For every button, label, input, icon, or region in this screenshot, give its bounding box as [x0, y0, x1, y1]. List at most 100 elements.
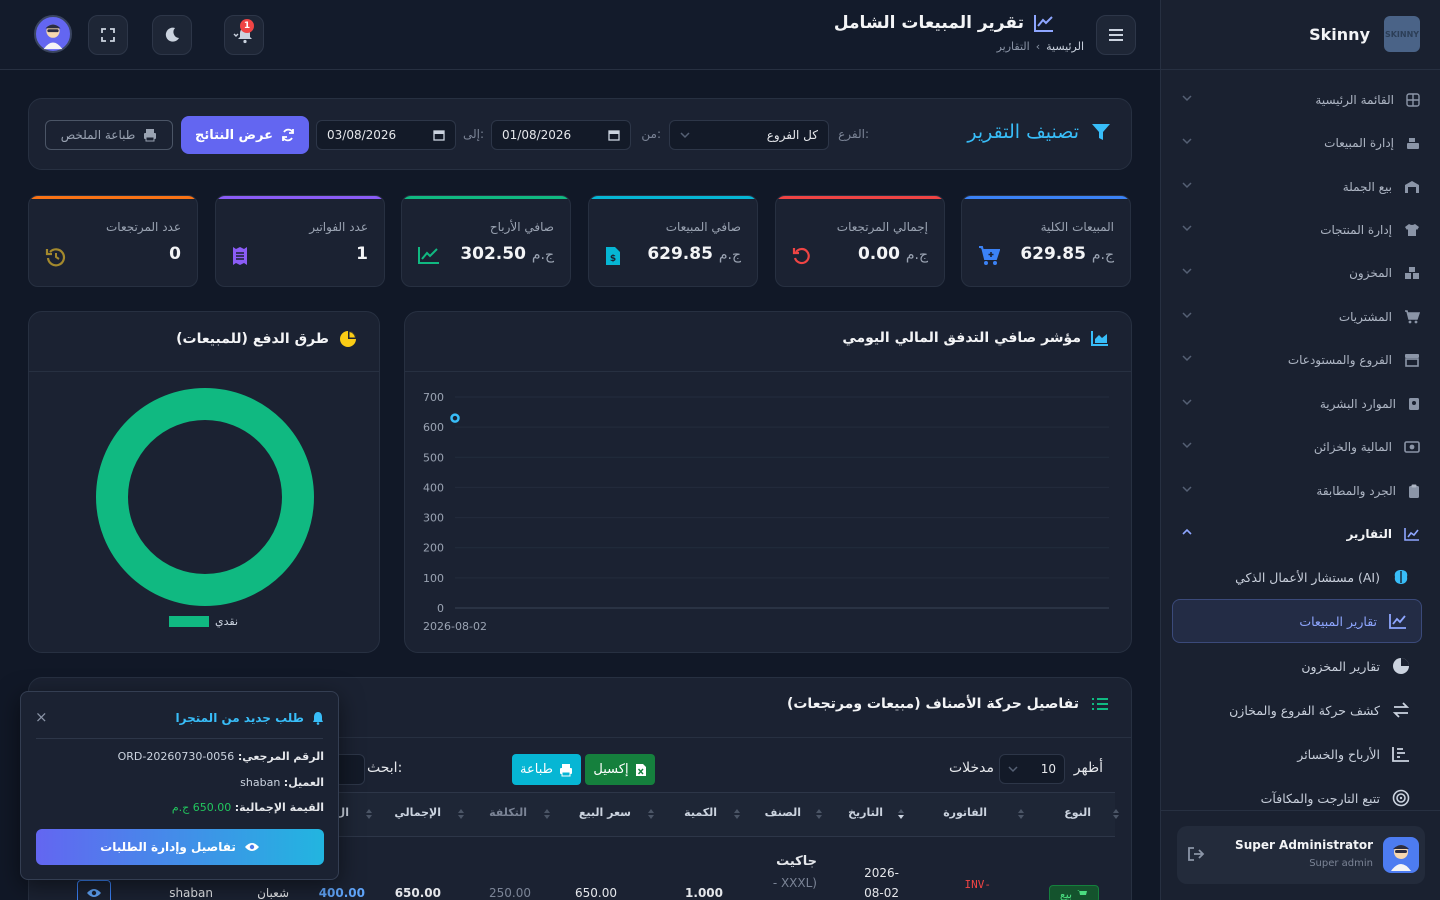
- sidebar-sub-label: تتبع التارجت والمكافآت: [1260, 790, 1380, 806]
- view-row-button[interactable]: [77, 880, 111, 900]
- sort-icon: [544, 809, 550, 819]
- stat-value: ج.م 302.50: [460, 244, 554, 264]
- from-label: من:: [641, 127, 661, 141]
- cell-total: 650.00: [394, 886, 441, 900]
- stat-currency: ج.م: [718, 247, 741, 263]
- stat-currency: ج.م: [905, 247, 928, 263]
- cell-item-variant: - XXXL): [772, 876, 817, 890]
- manage-orders-label: تفاصيل وإدارة الطلبات: [100, 840, 236, 854]
- toast-close-button[interactable]: ×: [35, 708, 48, 726]
- breadcrumb-home[interactable]: الرئيسية: [1046, 40, 1084, 53]
- y-tick-label: 500: [423, 451, 444, 464]
- fullscreen-button[interactable]: [88, 15, 128, 55]
- data-point[interactable]: [450, 413, 460, 423]
- col-header-total[interactable]: الإجمالي: [394, 806, 441, 819]
- to-date-input[interactable]: 03/08/2026: [316, 120, 456, 150]
- filter-title: تصنيف التقرير: [967, 121, 1111, 143]
- toast-title: طلب جديد من المتجرا: [176, 711, 324, 725]
- chevron-down-icon: [1182, 268, 1192, 275]
- svg-text:$: $: [610, 254, 616, 264]
- sidebar-item-dashboard[interactable]: القائمة الرئيسية: [1182, 84, 1420, 116]
- user-avatar[interactable]: [34, 15, 72, 53]
- chart-line-icon: [1404, 528, 1419, 541]
- toast-ref-line: الرقم المرجعي: ORD-20260730-0056: [118, 750, 324, 763]
- clipboard-icon: [1409, 484, 1419, 498]
- sidebar-sub-inventory-reports[interactable]: تقارير المخزون: [1190, 648, 1410, 684]
- show-results-button[interactable]: عرض النتائج: [181, 116, 309, 154]
- toast-title-text: طلب جديد من المتجرا: [175, 711, 304, 725]
- file-excel-icon: [635, 763, 646, 776]
- excel-export-button[interactable]: إكسيل: [585, 754, 655, 785]
- col-header-item[interactable]: الصنف: [765, 806, 801, 819]
- stat-number: 0: [169, 244, 181, 264]
- page-size-select[interactable]: 10: [999, 754, 1065, 784]
- table-print-button[interactable]: طباعة: [512, 754, 581, 785]
- warehouse-icon: [1405, 181, 1419, 193]
- sidebar-sub-branch-movement[interactable]: كشف حركة الفروع والمخازن: [1190, 692, 1410, 728]
- sidebar-item-wholesale[interactable]: بيع الجملة: [1182, 171, 1420, 203]
- branch-select[interactable]: كل الفروع: [669, 120, 829, 150]
- chevron-down-icon: [1182, 355, 1192, 362]
- sort-icon: [1018, 809, 1024, 819]
- chart-title: طرق الدفع (للمبيعات): [176, 330, 357, 348]
- stat-label: صافي الأرباح: [489, 220, 554, 234]
- stat-card-net-sales: صافي المبيعات ج.م 629.85 $: [588, 195, 758, 287]
- sidebar-item-label: الموارد البشرية: [1319, 397, 1396, 411]
- search-label: ابحث:: [367, 760, 403, 776]
- dark-mode-toggle[interactable]: [152, 15, 192, 55]
- pie-slice[interactable]: [96, 388, 314, 606]
- col-header-invoice[interactable]: الفاتورة: [943, 806, 987, 819]
- cart-icon: [1077, 890, 1088, 895]
- sidebar-sub-label: تقارير المخزون: [1301, 658, 1380, 674]
- id-badge-icon: [1409, 398, 1419, 410]
- print-summary-button[interactable]: طباعة الملخص: [45, 120, 173, 150]
- cell-invoice[interactable]: INV-: [965, 878, 992, 891]
- sidebar-item-branches[interactable]: الفروع والمستودعات: [1182, 344, 1420, 376]
- sidebar-item-label: الجرد والمطابقة: [1316, 484, 1396, 498]
- sidebar-item-reports[interactable]: التقارير: [1182, 518, 1420, 550]
- printer-icon: [144, 129, 157, 142]
- stat-label: إجمالي المرتجعات: [836, 220, 928, 234]
- notifications-button[interactable]: 1: [224, 15, 264, 55]
- sidebar-sub-profit-loss[interactable]: الأرباح والخسائر: [1190, 736, 1410, 772]
- sort-desc-icon: [898, 809, 904, 819]
- sidebar-item-finance[interactable]: المالية والخزائن: [1182, 431, 1420, 463]
- cell-item: جاكيت: [776, 854, 817, 869]
- file-invoice-dollar-icon: $: [606, 247, 620, 265]
- sidebar-user-card[interactable]: Super Administrator Super admin: [1177, 826, 1425, 884]
- breadcrumb-current: التقارير: [996, 40, 1030, 53]
- receipt-icon: [233, 247, 247, 265]
- cart-plus-icon: [979, 246, 1000, 265]
- stat-number: 302.50: [460, 244, 526, 264]
- manage-orders-button[interactable]: تفاصيل وإدارة الطلبات: [36, 829, 324, 865]
- grid-icon: [1406, 93, 1420, 107]
- eye-icon: [244, 843, 259, 851]
- hamburger-icon: [1109, 29, 1123, 41]
- sidebar-item-sales[interactable]: إدارة المبيعات: [1182, 127, 1420, 159]
- table-print-label: طباعة: [520, 762, 553, 777]
- col-header-date[interactable]: التاريخ: [848, 806, 883, 819]
- col-header-cost[interactable]: التكلفة: [489, 806, 527, 819]
- y-tick-label: 0: [437, 602, 444, 615]
- sidebar-item-hr[interactable]: الموارد البشرية: [1182, 388, 1420, 420]
- sidebar-sub-sales-reports[interactable]: تقارير المبيعات: [1172, 599, 1422, 643]
- from-date-input[interactable]: 01/08/2026: [491, 120, 631, 150]
- sidebar-item-products[interactable]: إدارة المنتجات: [1182, 214, 1420, 246]
- col-header-qty[interactable]: الكمية: [684, 806, 717, 819]
- sidebar-brand[interactable]: Skinny SKINNY: [1309, 16, 1420, 52]
- sidebar-item-purchases[interactable]: المشتريات: [1182, 301, 1420, 333]
- toast-ref-value: ORD-20260730-0056: [117, 750, 235, 763]
- cart-icon: [1405, 310, 1420, 324]
- toast-customer-label: العميل:: [283, 776, 324, 789]
- sort-icon: [648, 809, 654, 819]
- stat-accent-bar: [962, 196, 1130, 199]
- sidebar-item-inventory[interactable]: المخزون: [1182, 257, 1420, 289]
- col-header-type[interactable]: النوع: [1064, 806, 1091, 819]
- legend-label[interactable]: نقدي: [215, 615, 238, 628]
- col-header-price[interactable]: سعر البيع: [579, 806, 631, 819]
- sidebar-sub-ai-advisor[interactable]: مستشار الأعمال الذكي (AI): [1190, 559, 1410, 595]
- sidebar-item-stocktake[interactable]: الجرد والمطابقة: [1182, 475, 1420, 507]
- logout-icon[interactable]: [1187, 846, 1205, 862]
- menu-toggle-button[interactable]: [1096, 15, 1136, 55]
- stat-number: 0.00: [857, 244, 900, 264]
